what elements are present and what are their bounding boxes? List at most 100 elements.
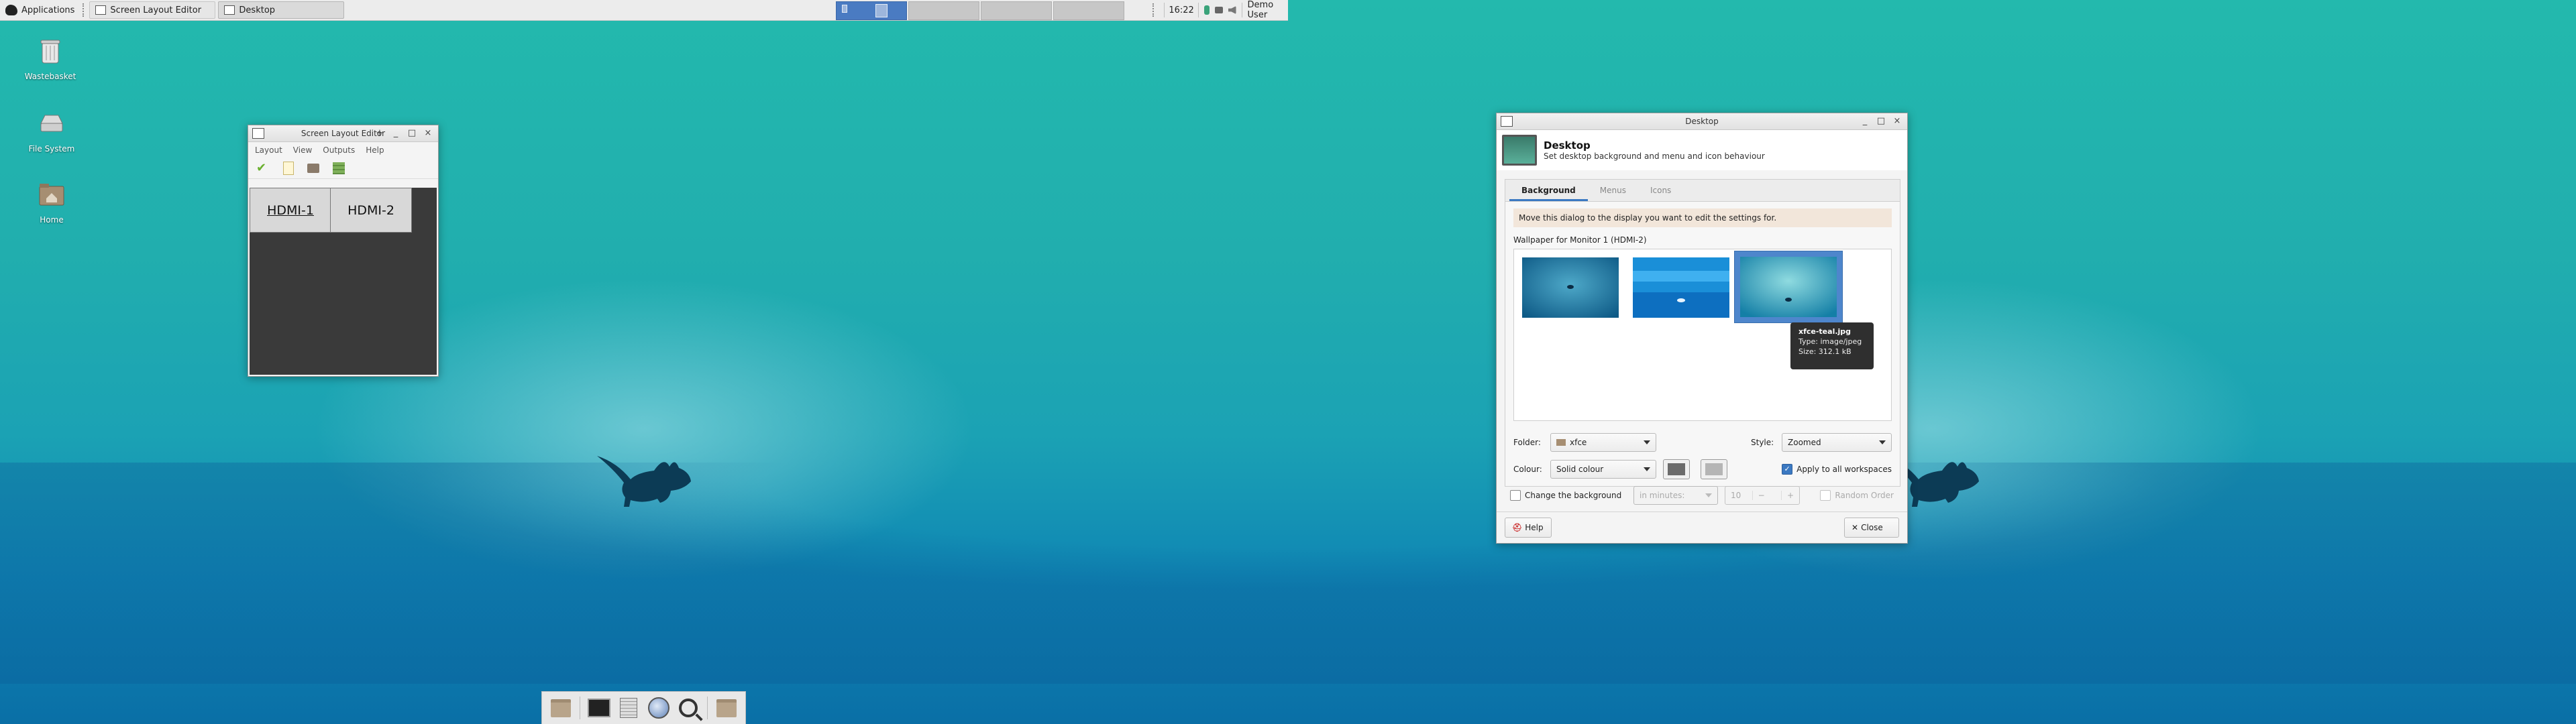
xfce-logo-icon — [5, 5, 17, 15]
colour-1-button[interactable] — [1663, 459, 1690, 479]
workspace-3[interactable] — [981, 1, 1052, 20]
close-icon[interactable]: × — [1891, 113, 1903, 129]
desktop-icon-file-system[interactable]: File System — [15, 107, 89, 154]
folder-combo[interactable]: xfce — [1550, 433, 1656, 452]
maximize-icon[interactable]: □ — [406, 125, 418, 141]
desktop-icon-label: Home — [40, 215, 64, 225]
dock-file-manager[interactable] — [617, 697, 640, 719]
maximize-icon[interactable]: □ — [1875, 113, 1887, 129]
applications-label: Applications — [21, 5, 75, 15]
close-icon[interactable]: × — [422, 125, 434, 141]
dock-home-folder[interactable] — [715, 697, 738, 719]
colour-combo[interactable]: Solid colour — [1550, 460, 1656, 479]
menu-help[interactable]: Help — [366, 145, 384, 155]
folder-icon — [716, 699, 737, 717]
button-area-divider — [1497, 511, 1907, 512]
tooltip-filename: xfce-teal.jpg — [1799, 327, 1851, 336]
output-label: HDMI-1 — [267, 202, 314, 218]
clock[interactable]: 16:22 — [1164, 3, 1199, 17]
apply-all-workspaces[interactable]: ✓ Apply to all workspaces — [1782, 464, 1892, 475]
window-icon — [224, 5, 235, 15]
tab-menus[interactable]: Menus — [1588, 180, 1638, 201]
desktop-settings-window: Desktop _ □ × Desktop Set desktop backgr… — [1496, 113, 1908, 544]
minus-icon[interactable]: − — [1752, 491, 1770, 500]
dock-terminal[interactable] — [587, 697, 610, 719]
top-panel: Applications Screen Layout Editor Deskto… — [0, 0, 1288, 21]
window-title: Desktop — [1685, 117, 1719, 126]
desktop-icon-wastebasket[interactable]: Wastebasket — [13, 35, 87, 81]
dock-web-browser[interactable] — [647, 697, 670, 719]
apply-icon[interactable]: ✔ — [256, 162, 270, 175]
output-hdmi-2[interactable]: HDMI-2 — [330, 188, 412, 233]
random-order-checkbox[interactable] — [1820, 490, 1831, 501]
folder-label: Folder: — [1513, 438, 1541, 447]
workspace-1[interactable] — [836, 1, 907, 20]
window-icon — [95, 5, 107, 15]
settings-notebook: Background Menus Icons Move this dialog … — [1505, 179, 1900, 487]
layout-canvas[interactable]: HDMI-1 HDMI-2 — [250, 188, 437, 375]
output-hdmi-1[interactable]: HDMI-1 — [250, 188, 331, 233]
new-layout-icon[interactable] — [283, 162, 294, 175]
tab-background[interactable]: Background — [1509, 180, 1588, 201]
ws-window-thumb — [842, 5, 847, 13]
wallpaper-thumb[interactable] — [1521, 256, 1620, 319]
volume-icon[interactable] — [1228, 6, 1236, 14]
change-background-checkbox[interactable] — [1510, 490, 1521, 501]
pin-icon[interactable]: + — [374, 125, 386, 141]
desktop-icon-label: File System — [28, 144, 75, 154]
interval-unit-combo[interactable]: in minutes: — [1633, 486, 1718, 505]
interval-spinner[interactable]: 10 − + — [1725, 486, 1800, 505]
change-background-toggle[interactable]: Change the background — [1510, 490, 1633, 501]
wallpaper-grid[interactable]: xfce-teal.jpg Type: image/jpeg Size: 312… — [1513, 249, 1892, 421]
power-icon[interactable] — [1203, 5, 1210, 15]
task-label: Screen Layout Editor — [110, 5, 202, 15]
style-combo[interactable]: Zoomed — [1782, 433, 1892, 452]
titlebar[interactable]: Screen Layout Editor + _ □ × — [248, 125, 438, 142]
output-label: HDMI-2 — [347, 202, 394, 218]
dock-app-finder[interactable] — [677, 697, 700, 719]
colour-value: Solid colour — [1556, 465, 1604, 474]
dialog-subtitle: Set desktop background and menu and icon… — [1544, 152, 1765, 161]
xfce-mouse-left — [597, 456, 691, 507]
dialog-title: Desktop — [1544, 139, 1591, 152]
network-icon[interactable] — [1215, 7, 1223, 13]
random-order-toggle[interactable]: Random Order — [1820, 490, 1894, 501]
colour-2-button[interactable] — [1701, 459, 1727, 479]
manage-icon[interactable] — [333, 162, 345, 174]
task-screen-layout-editor[interactable]: Screen Layout Editor — [89, 1, 216, 19]
menu-view[interactable]: View — [293, 145, 312, 155]
minimize-icon[interactable]: _ — [390, 125, 402, 141]
workspace-2[interactable] — [908, 1, 979, 20]
toolbar: ✔ — [248, 158, 438, 179]
minimize-icon[interactable]: _ — [1859, 113, 1871, 129]
save-icon[interactable] — [307, 164, 319, 173]
user-menu[interactable]: Demo User — [1241, 0, 1288, 20]
change-background-label: Change the background — [1525, 491, 1622, 500]
apply-all-label: Apply to all workspaces — [1796, 465, 1892, 474]
applications-menu[interactable]: Applications — [0, 0, 80, 20]
tab-icons[interactable]: Icons — [1638, 180, 1683, 201]
close-button[interactable]: ✕ Close — [1844, 518, 1899, 538]
help-button-label: Help — [1525, 523, 1544, 532]
desktop-settings-icon — [1502, 135, 1537, 166]
titlebar[interactable]: Desktop _ □ × — [1497, 113, 1907, 130]
desktop-icon-home[interactable]: Home — [15, 178, 89, 225]
drive-icon — [40, 115, 63, 132]
colour-label: Colour: — [1513, 465, 1542, 474]
help-button[interactable]: ⛑ Help — [1505, 518, 1552, 538]
wallpaper-thumb[interactable] — [1631, 256, 1731, 319]
dock-show-desktop[interactable] — [549, 697, 572, 719]
menu-outputs[interactable]: Outputs — [323, 145, 355, 155]
random-order-label: Random Order — [1835, 491, 1894, 500]
menu-layout[interactable]: Layout — [255, 145, 282, 155]
apply-all-checkbox[interactable]: ✓ — [1782, 464, 1793, 475]
wallpaper-tooltip: xfce-teal.jpg Type: image/jpeg Size: 312… — [1790, 322, 1874, 369]
plus-icon[interactable]: + — [1781, 491, 1799, 500]
wallpaper-thumb-selected[interactable] — [1734, 251, 1843, 323]
workspace-4[interactable] — [1053, 1, 1124, 20]
task-desktop[interactable]: Desktop — [218, 1, 345, 19]
style-label: Style: — [1751, 438, 1774, 447]
window-icon — [1501, 116, 1513, 127]
chevron-down-icon — [1644, 440, 1650, 444]
colour-1-swatch — [1668, 463, 1685, 475]
